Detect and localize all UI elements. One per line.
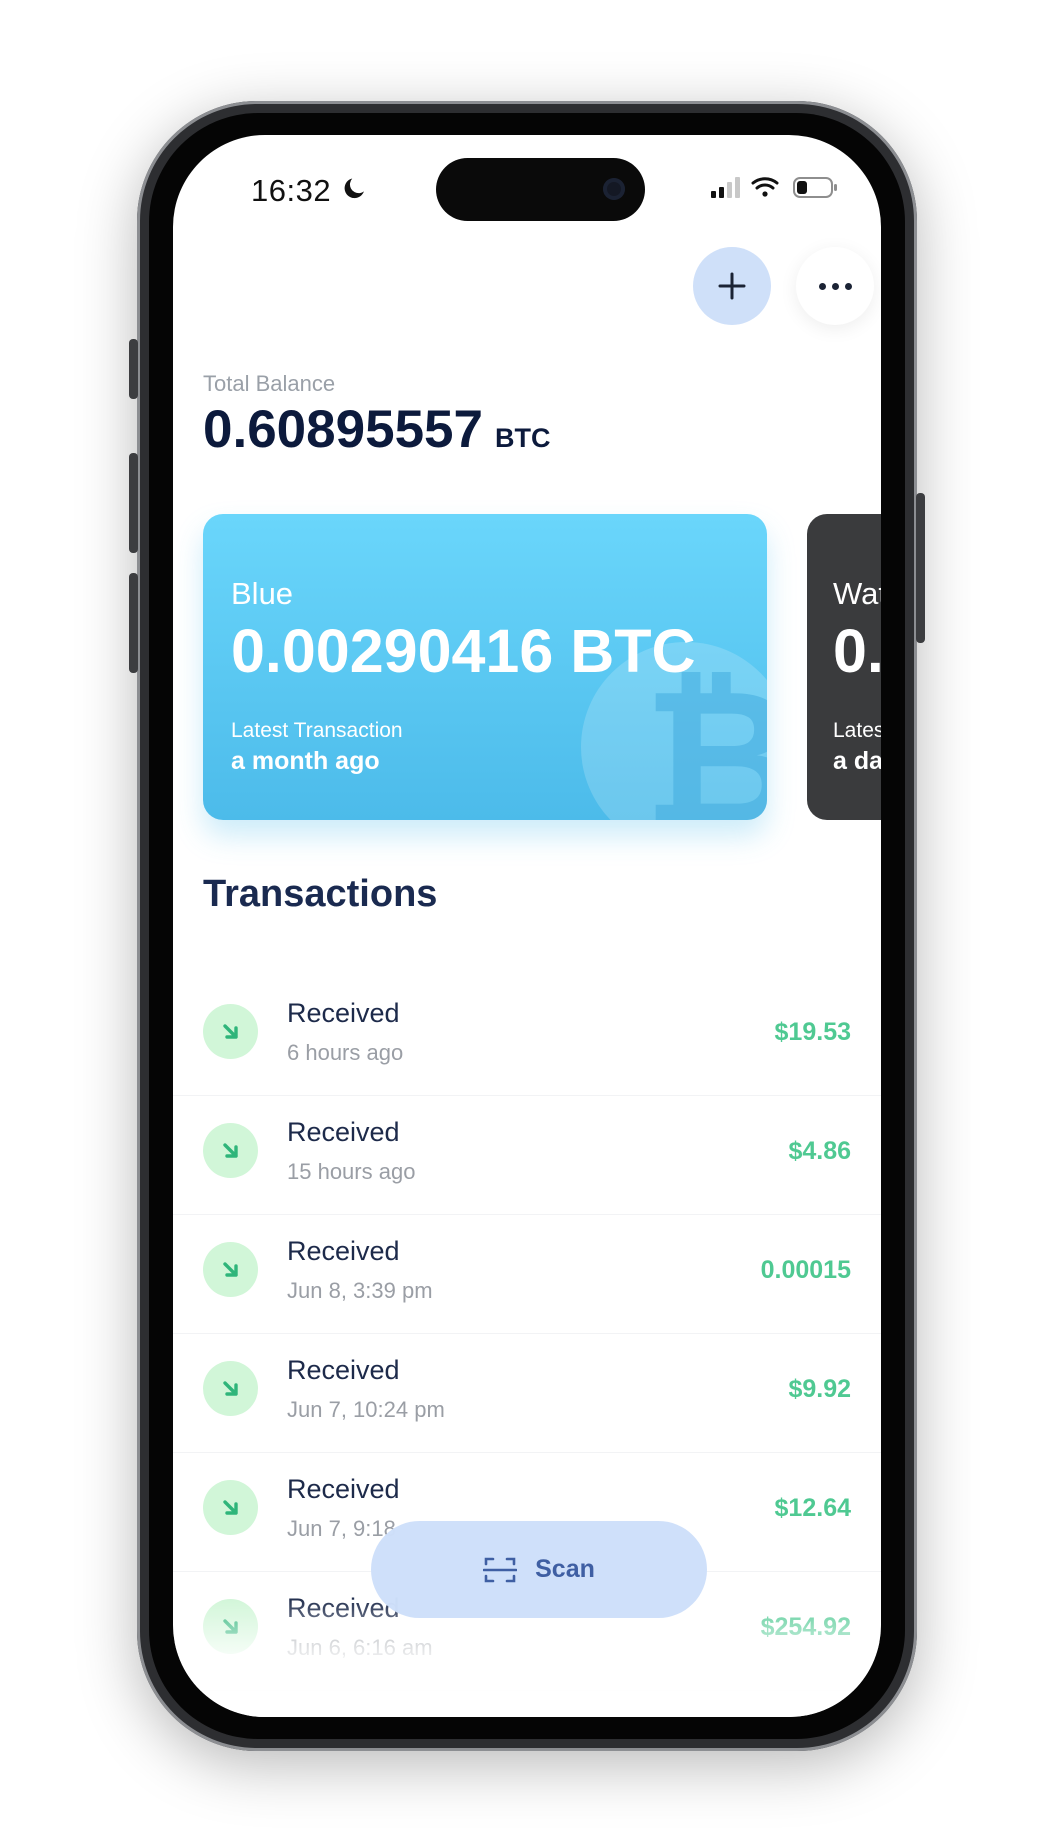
- transaction-amount: $12.64: [774, 1494, 851, 1522]
- scan-label: Scan: [535, 1555, 595, 1583]
- app-screen: 16:32 Total Balance 0.60895557 BTC ₿ Blu…: [173, 135, 881, 1717]
- plus-icon: [718, 272, 746, 300]
- received-arrow-icon: [203, 1123, 258, 1178]
- transaction-row[interactable]: Received 15 hours ago $4.86: [173, 1096, 881, 1215]
- transaction-amount: 0.00015: [760, 1256, 851, 1284]
- moon-icon: [344, 178, 364, 199]
- scan-button[interactable]: Scan: [371, 1521, 707, 1618]
- transaction-row[interactable]: Received 6 hours ago $19.53: [173, 977, 881, 1096]
- transaction-amount: $19.53: [774, 1018, 851, 1046]
- transaction-amount: $4.86: [788, 1137, 851, 1165]
- transactions-title: Transactions: [203, 873, 438, 915]
- transaction-row[interactable]: Received Jun 7, 10:24 pm $9.92: [173, 1334, 881, 1453]
- volume-down-button: [129, 573, 138, 673]
- transaction-time: 6 hours ago: [287, 1040, 404, 1065]
- status-icons: [711, 177, 837, 198]
- battery-icon: [793, 177, 837, 198]
- wallet-latest-value: a month ago: [231, 747, 380, 775]
- wallet-balance: 0.00290416 BTC: [231, 617, 696, 685]
- bitcoin-icon: ₿: [643, 653, 767, 820]
- add-wallet-button[interactable]: [693, 247, 771, 325]
- more-icon-dot: [831, 282, 839, 290]
- transaction-amount: $9.92: [788, 1375, 851, 1403]
- total-balance-amount: 0.60895557: [203, 400, 484, 459]
- transaction-time: 15 hours ago: [287, 1159, 416, 1184]
- more-icon: [818, 282, 826, 290]
- transaction-type: Received: [287, 1117, 400, 1147]
- status-time: 16:32: [251, 173, 332, 208]
- received-arrow-icon: [203, 1004, 258, 1059]
- side-button: [916, 493, 925, 643]
- phone-bezel: 16:32 Total Balance 0.60895557 BTC ₿ Blu…: [149, 113, 905, 1739]
- wallet-balance: 0.6: [833, 617, 881, 685]
- wifi-icon: [751, 177, 779, 197]
- total-balance[interactable]: 0.60895557 BTC: [203, 399, 551, 460]
- wallet-card-watch[interactable]: Watc 0.6 Latest a day: [807, 514, 881, 820]
- wallet-latest-label: Latest: [833, 719, 881, 742]
- more-options-button[interactable]: [796, 247, 874, 325]
- more-icon-dot: [844, 282, 852, 290]
- transaction-time: Jun 7, 10:24 pm: [287, 1397, 445, 1422]
- transaction-type: Received: [287, 1236, 400, 1266]
- wallet-name: Blue: [231, 576, 294, 611]
- transaction-type: Received: [287, 1355, 400, 1385]
- received-arrow-icon: [203, 1361, 258, 1416]
- total-balance-unit: BTC: [495, 423, 551, 453]
- received-arrow-icon: [203, 1480, 258, 1535]
- volume-up-button: [129, 453, 138, 553]
- transaction-row[interactable]: Received Jun 8, 3:39 pm 0.00015: [173, 1215, 881, 1334]
- dynamic-island: [436, 158, 645, 221]
- wallet-card-blue[interactable]: ₿ Blue 0.00290416 BTC Latest Transaction…: [203, 514, 767, 820]
- wallet-latest-value: a day: [833, 747, 881, 775]
- transaction-time: Jun 8, 3:39 pm: [287, 1278, 433, 1303]
- scan-icon: [483, 1557, 518, 1582]
- transaction-type: Received: [287, 998, 400, 1028]
- total-balance-label: Total Balance: [203, 371, 336, 396]
- action-button: [129, 339, 138, 399]
- transaction-time: Jun 7, 9:18: [287, 1516, 396, 1541]
- received-arrow-icon: [203, 1242, 258, 1297]
- transaction-type: Received: [287, 1474, 400, 1504]
- camera-icon: [603, 178, 625, 200]
- wallet-name: Watc: [833, 576, 881, 611]
- wallet-latest-label: Latest Transaction: [231, 719, 403, 742]
- phone-frame: 16:32 Total Balance 0.60895557 BTC ₿ Blu…: [129, 101, 925, 1751]
- cellular-signal-icon: [711, 177, 740, 198]
